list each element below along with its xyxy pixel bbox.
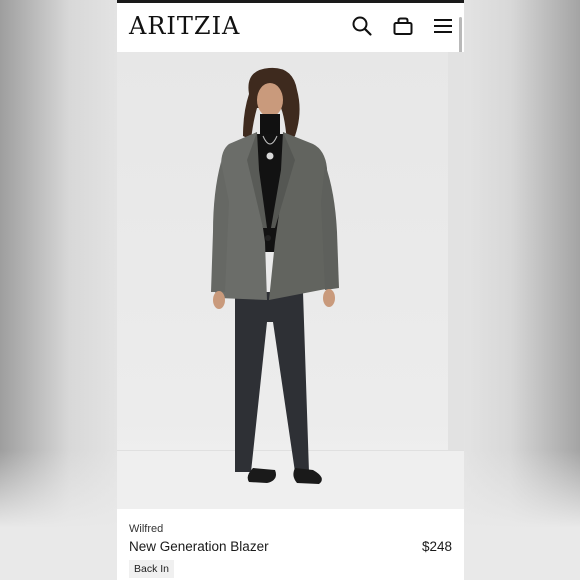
- status-badge: Back In: [129, 560, 175, 578]
- phone-screen: ARITZIA Wilfred New Generation Blazer $2…: [117, 0, 464, 580]
- product-name[interactable]: New Generation Blazer: [129, 539, 269, 554]
- site-header: ARITZIA: [117, 3, 464, 149]
- product-brand: Wilfred: [129, 523, 164, 535]
- product-info: Wilfred New Generation Blazer $248 Back …: [117, 509, 464, 580]
- model-figure: [211, 67, 339, 484]
- product-image[interactable]: [117, 52, 464, 509]
- product-price: $248: [421, 539, 452, 554]
- menu-icon[interactable]: [432, 15, 454, 37]
- brand-logo[interactable]: ARITZIA: [129, 13, 240, 39]
- shopping-bag-icon[interactable]: [392, 15, 414, 37]
- search-icon[interactable]: [351, 15, 373, 37]
